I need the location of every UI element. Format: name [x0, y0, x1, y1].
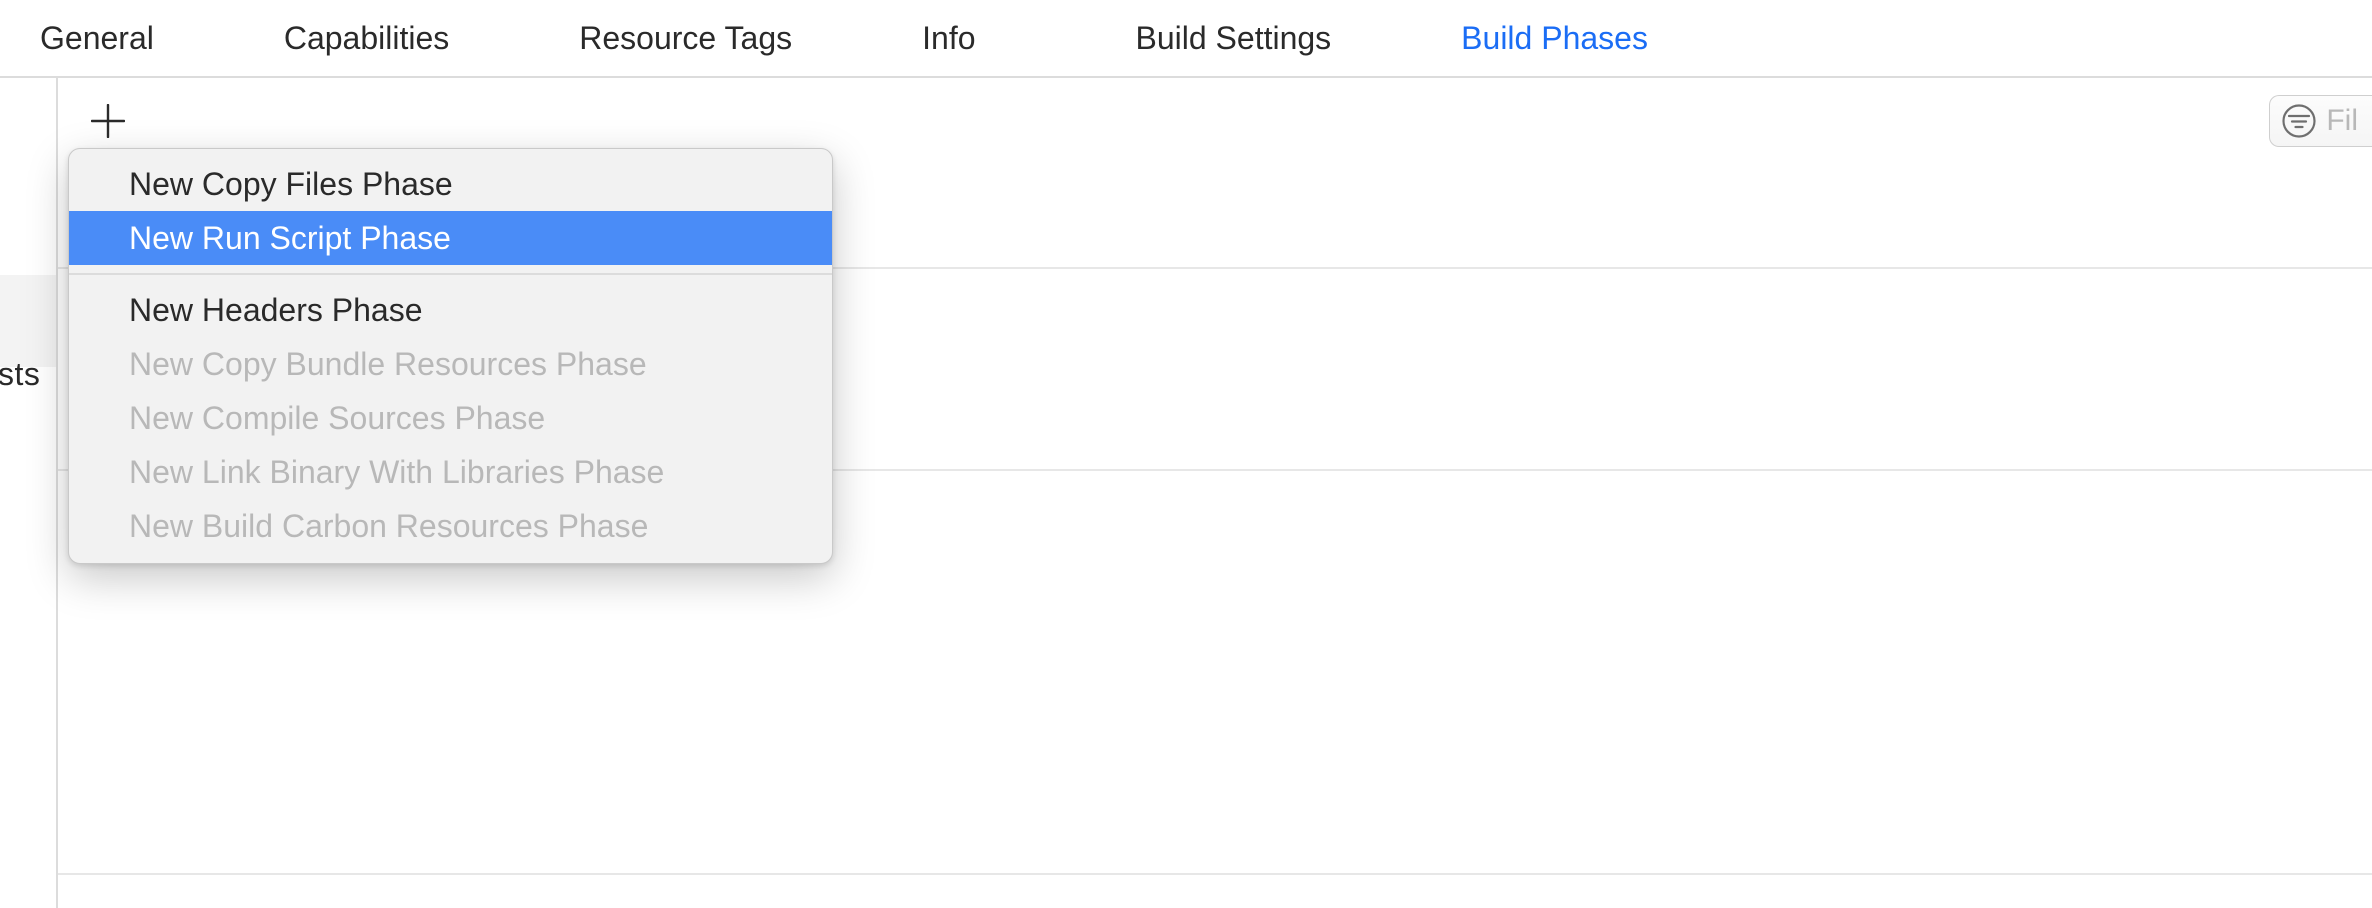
tab-info[interactable]: Info — [902, 20, 995, 57]
gutter-row-label: sts — [0, 356, 40, 393]
tab-capabilities[interactable]: Capabilities — [264, 20, 469, 57]
tab-build-phases[interactable]: Build Phases — [1441, 20, 1668, 57]
gutter-row-highlight — [0, 275, 56, 367]
tab-resource-tags[interactable]: Resource Tags — [559, 20, 812, 57]
menu-item-new-run-script[interactable]: New Run Script Phase — [69, 211, 832, 265]
plus-icon — [91, 104, 125, 138]
menu-item-new-copy-bundle-resources: New Copy Bundle Resources Phase — [69, 337, 832, 391]
tab-general[interactable]: General — [20, 20, 174, 57]
tab-build-settings[interactable]: Build Settings — [1116, 20, 1352, 57]
menu-item-new-copy-files[interactable]: New Copy Files Phase — [69, 157, 832, 211]
menu-item-new-build-carbon-resources: New Build Carbon Resources Phase — [69, 499, 832, 553]
menu-item-new-compile-sources: New Compile Sources Phase — [69, 391, 832, 445]
filter-input[interactable]: Fil — [2269, 95, 2372, 147]
add-phase-menu: New Copy Files Phase New Run Script Phas… — [68, 148, 833, 564]
filter-icon — [2282, 104, 2316, 138]
tab-bar: General Capabilities Resource Tags Info … — [0, 0, 2372, 78]
menu-item-new-headers[interactable]: New Headers Phase — [69, 283, 832, 337]
row-divider — [58, 873, 2372, 875]
filter-placeholder: Fil — [2326, 104, 2358, 138]
add-phase-button[interactable] — [86, 99, 130, 143]
left-gutter: sts — [0, 78, 56, 908]
menu-separator — [69, 273, 832, 275]
menu-item-new-link-binary: New Link Binary With Libraries Phase — [69, 445, 832, 499]
